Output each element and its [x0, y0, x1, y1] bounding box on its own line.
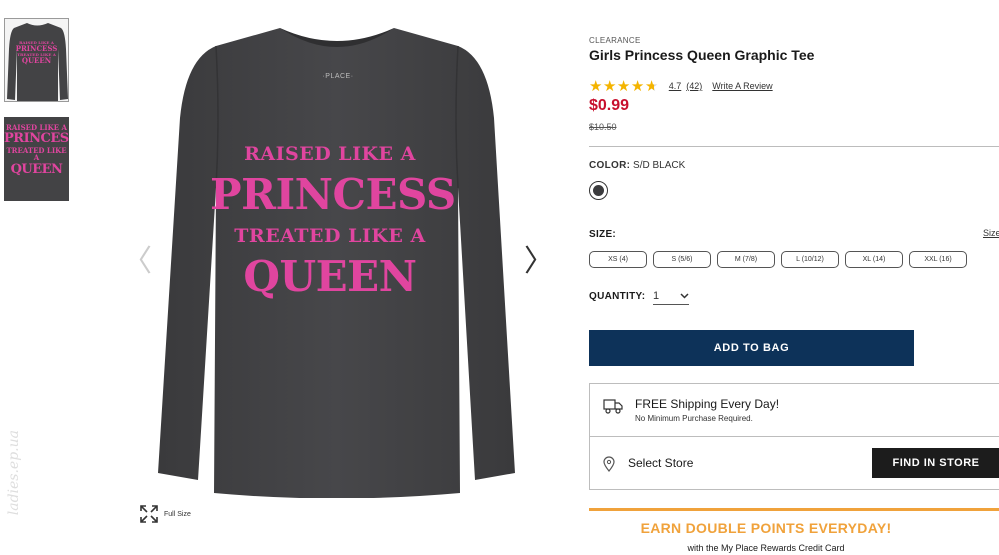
star-icon: ★	[630, 77, 645, 95]
size-option[interactable]: XS (4)	[589, 251, 647, 268]
main-product-image: ·PLACE· RAISED LIKE A PRINCESS TREATED L…	[140, 18, 535, 498]
quantity-value: 1	[653, 289, 660, 302]
star-icon: ★	[616, 77, 631, 95]
divider	[589, 146, 999, 147]
shipping-store-box: FREE Shipping Every Day! No Minimum Purc…	[589, 383, 999, 490]
neck-brand-label: ·PLACE·	[322, 73, 354, 80]
size-options: XS (4) S (5/6) M (7/8) L (10/12) XL (14)…	[589, 251, 973, 268]
delivery-truck-icon	[603, 399, 623, 414]
add-to-bag-button[interactable]: ADD TO BAG	[589, 330, 914, 366]
chevron-down-icon	[680, 292, 689, 299]
size-guide-link[interactable]: Size	[983, 228, 999, 238]
rating-value[interactable]: 4.7	[669, 81, 682, 91]
find-in-store-button[interactable]: FIND IN STORE	[872, 448, 999, 478]
size-option[interactable]: XXL (16)	[909, 251, 967, 268]
color-value: S/D BLACK	[633, 160, 686, 171]
product-title: Girls Princess Queen Graphic Tee	[589, 47, 815, 63]
previous-image-arrow-icon[interactable]: 〈	[122, 236, 152, 280]
size-label: SIZE:	[589, 229, 617, 240]
star-rating: ★ ★ ★ ★ ★	[589, 79, 659, 94]
color-swatch-sd-black[interactable]	[589, 181, 608, 200]
divider	[590, 436, 999, 437]
star-icon: ★	[602, 77, 617, 95]
size-option[interactable]: L (10/12)	[781, 251, 839, 268]
star-icon: ★	[644, 77, 659, 95]
size-option[interactable]: S (5/6)	[653, 251, 711, 268]
product-info-panel: CLEARANCE Girls Princess Queen Graphic T…	[589, 0, 999, 555]
promo-title: EARN DOUBLE POINTS EVERYDAY!	[640, 520, 892, 536]
original-price: $10.50	[589, 122, 617, 132]
sale-price: $0.99	[589, 97, 630, 114]
thumbnail-front[interactable]: RAISED LIKE A PRINCESS TREATED LIKE A QU…	[4, 18, 69, 102]
shirt-graphic-text: RAISED LIKE A PRINCESS TREATED LIKE A QU…	[210, 143, 456, 301]
review-count-link[interactable]: (42)	[686, 81, 702, 91]
rating-row: ★ ★ ★ ★ ★ 4.7 (42) Write A Review	[589, 78, 773, 94]
full-size-label: Full Size	[164, 510, 191, 518]
expand-icon	[140, 505, 158, 523]
clearance-label: CLEARANCE	[589, 36, 641, 45]
watermark-text: ladies.ep.ua	[6, 430, 22, 516]
location-pin-icon	[603, 456, 615, 472]
select-store-link[interactable]: Select Store	[628, 456, 693, 470]
free-shipping-subtitle: No Minimum Purchase Required.	[635, 414, 753, 423]
free-shipping-title: FREE Shipping Every Day!	[635, 397, 780, 411]
full-size-button[interactable]: Full Size	[139, 504, 191, 524]
color-row: COLOR: S/D BLACK	[589, 160, 685, 171]
promo-divider	[589, 508, 999, 511]
thumbnail-closeup-text: RAISED LIKE A PRINCESS TREATED LIKE A QU…	[4, 123, 69, 177]
color-label: COLOR:	[589, 160, 631, 171]
star-icon: ★	[589, 77, 603, 95]
thumbnail-graphic-text: RAISED LIKE A PRINCESS TREATED LIKE A QU…	[15, 40, 58, 65]
promo-subtitle: with the My Place Rewards Credit Card	[687, 543, 845, 553]
thumbnail-graphic-closeup[interactable]: RAISED LIKE A PRINCESS TREATED LIKE A QU…	[4, 117, 69, 201]
next-image-arrow-icon[interactable]: 〉	[524, 236, 554, 280]
quantity-label: QUANTITY:	[589, 291, 646, 302]
size-option[interactable]: M (7/8)	[717, 251, 775, 268]
size-option[interactable]: XL (14)	[845, 251, 903, 268]
quantity-select[interactable]: 1	[653, 287, 689, 305]
write-review-link[interactable]: Write A Review	[712, 81, 772, 91]
